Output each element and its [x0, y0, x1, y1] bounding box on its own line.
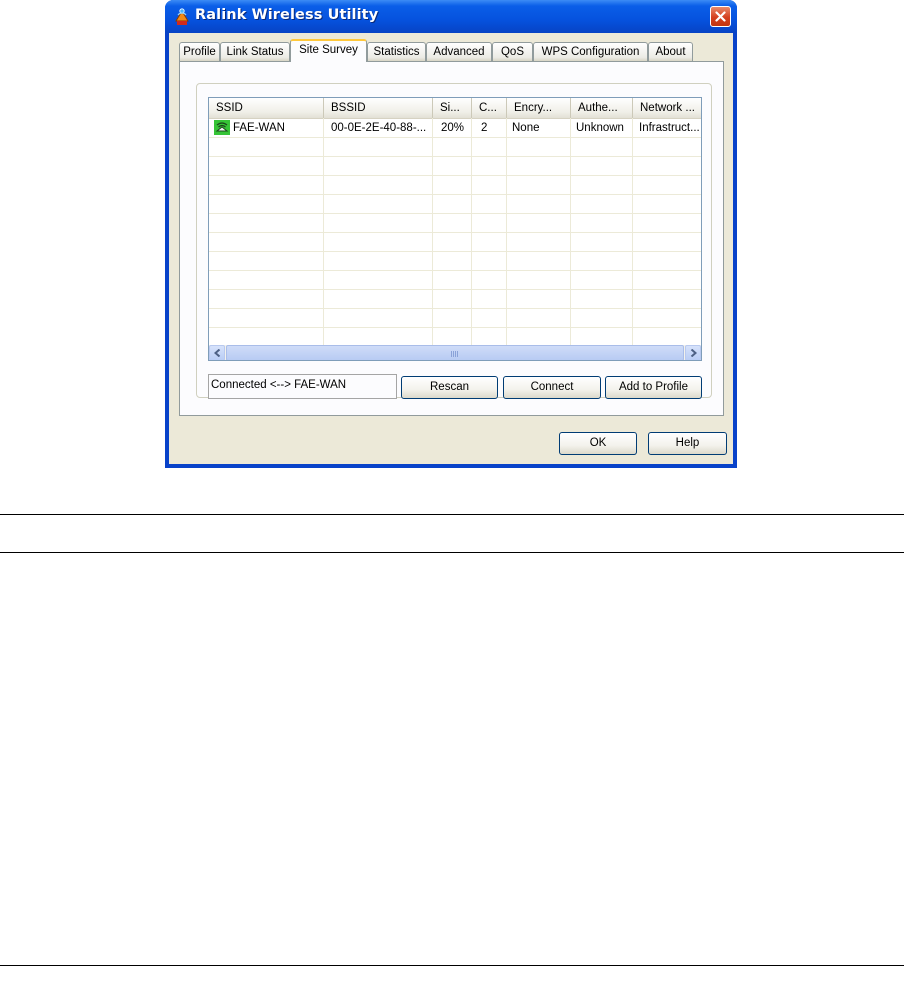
empty-row [209, 252, 701, 271]
column-signal[interactable]: Si... [433, 98, 472, 118]
window-title: Ralink Wireless Utility [195, 7, 379, 23]
empty-row [209, 138, 701, 157]
empty-row [209, 214, 701, 233]
column-channel[interactable]: C... [472, 98, 507, 118]
connect-button[interactable]: Connect [503, 376, 601, 399]
ralink-app-icon [173, 7, 191, 27]
tab-advanced[interactable]: Advanced [426, 42, 492, 61]
title-bar[interactable]: Ralink Wireless Utility [165, 0, 737, 33]
help-button[interactable]: Help [648, 432, 727, 455]
tab-wps-configuration[interactable]: WPS Configuration [533, 42, 648, 61]
scroll-right-button[interactable] [685, 345, 701, 360]
tab-profile[interactable]: Profile [179, 42, 220, 61]
tab-statistics[interactable]: Statistics [367, 42, 426, 61]
cell-bssid: 00-0E-2E-40-88-... [331, 122, 427, 134]
scroll-left-button[interactable] [209, 345, 225, 360]
cell-encryption: None [512, 122, 540, 134]
chevron-left-icon [214, 349, 221, 357]
cell-authentication: Unknown [576, 122, 624, 134]
network-ssid: FAE-WAN [233, 122, 285, 134]
column-ssid[interactable]: SSID [209, 98, 324, 118]
cell-channel: 2 [481, 122, 488, 134]
empty-row [209, 233, 701, 252]
connection-status: Connected <--> FAE-WAN [208, 374, 397, 399]
close-button[interactable] [710, 6, 731, 27]
site-survey-panel: SSID BSSID Si... C... Encry... Authe... … [179, 61, 724, 416]
column-network-type[interactable]: Network ... [633, 98, 701, 118]
cell-ssid: FAE-WAN [209, 119, 324, 137]
cell-network-type: Infrastruct... [639, 122, 700, 134]
empty-row [209, 271, 701, 290]
site-survey-group: SSID BSSID Si... C... Encry... Authe... … [196, 83, 712, 399]
window-client-area: Profile Link Status Site Survey Statisti… [169, 33, 733, 464]
add-to-profile-button[interactable]: Add to Profile [605, 376, 702, 399]
empty-row [209, 290, 701, 309]
scroll-thumb[interactable] [226, 345, 684, 360]
horizontal-scrollbar[interactable] [209, 345, 701, 360]
ralink-window: Ralink Wireless Utility Profile Link Sta… [165, 0, 737, 468]
network-list[interactable]: SSID BSSID Si... C... Encry... Authe... … [208, 97, 702, 361]
grip-icon [451, 351, 459, 357]
empty-row [209, 195, 701, 214]
divider-line [0, 514, 904, 515]
tab-qos[interactable]: QoS [492, 42, 533, 61]
empty-row [209, 309, 701, 328]
divider-line [0, 965, 904, 966]
divider-line [0, 552, 904, 553]
empty-row [209, 176, 701, 195]
close-icon [715, 11, 726, 22]
rescan-button[interactable]: Rescan [401, 376, 498, 399]
column-bssid[interactable]: BSSID [324, 98, 433, 118]
connected-network-icon [214, 120, 230, 135]
empty-row [209, 157, 701, 176]
tab-about[interactable]: About [648, 42, 693, 61]
ok-button[interactable]: OK [559, 432, 637, 455]
column-authentication[interactable]: Authe... [571, 98, 633, 118]
cell-signal: 20% [441, 122, 465, 134]
network-row[interactable]: FAE-WAN 00-0E-2E-40-88-... 20% 2 None Un… [209, 119, 701, 138]
tab-link-status[interactable]: Link Status [220, 42, 290, 61]
chevron-right-icon [690, 349, 697, 357]
column-encryption[interactable]: Encry... [507, 98, 571, 118]
tab-site-survey[interactable]: Site Survey [290, 39, 367, 62]
list-header: SSID BSSID Si... C... Encry... Authe... … [209, 98, 701, 119]
